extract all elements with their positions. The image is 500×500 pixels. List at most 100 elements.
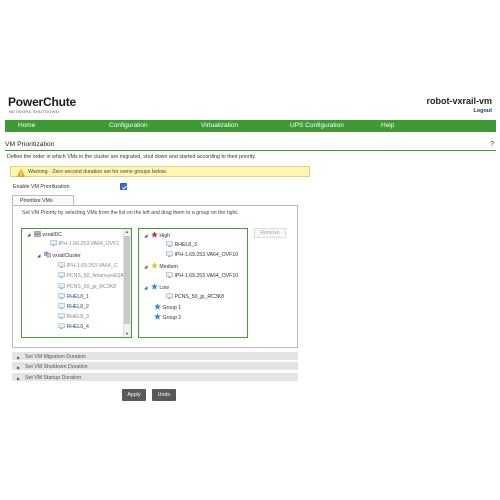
nav-ups-configuration[interactable]: UPS Configuration (290, 122, 344, 129)
collapse-arrow-icon: ▶ (17, 354, 21, 360)
group-label: Group 1 (162, 305, 182, 311)
tree-node-vm[interactable]: IPH-1.69.253.VA64_C (58, 262, 117, 269)
section-label: Set VM Shutdown Duration (25, 364, 88, 370)
datacenter-icon (34, 231, 41, 237)
vm-label: PCNS_50_Ikhansys&QA (66, 273, 124, 279)
vm-icon (166, 241, 173, 247)
vm-icon (58, 262, 65, 268)
hostname: robot-vxrail-vm (426, 96, 492, 106)
vm-icon (58, 313, 65, 319)
tree-node-vm[interactable]: PCNS_50_Ikhansys&QA (58, 272, 124, 279)
section-shutdown-duration[interactable]: ▶ Set VM Shutdown Duration (12, 362, 298, 371)
vm-label: IPH-1.69.253.VA64_OVF10 (174, 273, 239, 279)
tree-node-group-1[interactable]: Group 1 (154, 303, 181, 311)
tree-node-vm[interactable]: RHEL8_4 (58, 323, 89, 330)
expand-icon[interactable]: ◢ (27, 232, 30, 237)
scroll-thumb[interactable] (124, 236, 130, 324)
tree-node-vm[interactable]: RHEL8_1 (58, 293, 89, 300)
vm-label: RHEL8_3 (66, 314, 89, 320)
vm-icon (58, 283, 65, 289)
tree-node-cluster[interactable]: ◢ vxrailCluster (37, 251, 81, 259)
expand-icon[interactable]: ◢ (144, 264, 147, 269)
cluster-label: vxrailCluster (52, 253, 81, 259)
main-nav: Home Configuration Virtualization UPS Co… (5, 120, 496, 132)
tree-node-vm[interactable]: IPH-1.69.253.VA64_OVF10 (166, 251, 238, 258)
group-label: Medium (159, 264, 178, 270)
vm-icon (58, 303, 65, 309)
page-description: Define the order in which VMs in the clu… (7, 154, 256, 160)
vm-label: RHEL8_4 (66, 324, 89, 330)
vm-icon (50, 240, 57, 246)
tree-node-vm[interactable]: IPH-1.69.253.VA64_OVF1 (50, 240, 119, 247)
group-label: Low (159, 285, 169, 291)
datacenter-label: vxrailDC (42, 232, 62, 238)
apply-button[interactable]: Apply (122, 389, 146, 401)
vm-label: IPH-1.69.253.VA64_OVF10 (174, 252, 239, 258)
star-icon (151, 262, 158, 269)
scroll-up-icon[interactable]: ▲ (125, 229, 129, 234)
title-divider (5, 150, 496, 151)
vm-label: PCNS_50_jp_RC3K8 (66, 284, 117, 290)
scroll-down-icon[interactable]: ▼ (125, 331, 129, 336)
nav-help[interactable]: Help (381, 122, 394, 129)
collapse-arrow-icon: ▶ (17, 364, 21, 370)
vm-icon (166, 293, 173, 299)
star-icon (151, 283, 158, 290)
tree-node-vm[interactable]: PCNS_50_jp_RC3K8 (166, 293, 224, 300)
star-icon (154, 313, 161, 320)
vm-icon (166, 251, 173, 257)
nav-configuration[interactable]: Configuration (109, 122, 148, 129)
vm-label: IPH-1.69.253.VA64_C (66, 263, 118, 269)
brand-tagline: NETWORK SHUTDOWN (9, 109, 59, 114)
expand-icon[interactable]: ◢ (37, 253, 40, 258)
tree-node-vm[interactable]: RHEL8_2 (58, 303, 89, 310)
vm-label: PCNS_50_jp_RC3K8 (174, 294, 225, 300)
expand-icon[interactable]: ◢ (144, 285, 147, 290)
vm-label: RHEL8_2 (66, 304, 89, 310)
tree-node-group-medium[interactable]: ◢ Medium (144, 262, 178, 270)
logout-link[interactable]: Logout (473, 108, 492, 114)
help-button[interactable]: ? (490, 141, 494, 148)
tree-node-vm[interactable]: RHEL8_3 (58, 313, 89, 320)
nav-virtualization[interactable]: Virtualization (201, 122, 238, 129)
tab-label: Prioritize VMs (20, 198, 53, 204)
section-label: Set VM Migration Duration (25, 354, 86, 360)
enable-vm-prioritization-label: Enable VM Prioritization (13, 184, 70, 190)
section-migration-duration[interactable]: ▶ Set VM Migration Duration (12, 352, 298, 361)
remove-button[interactable]: Remove (254, 228, 286, 238)
page-title: VM Prioritization (5, 141, 55, 148)
tree-node-group-high[interactable]: ◢ High (144, 231, 170, 239)
vm-icon (58, 272, 65, 278)
tree-node-group-2[interactable]: Group 2 (154, 313, 181, 321)
collapse-arrow-icon: ▶ (17, 375, 21, 381)
tree-node-vm[interactable]: RHEL8_3 (166, 241, 197, 248)
nav-home[interactable]: Home (18, 122, 35, 129)
group-label: High (159, 233, 171, 239)
star-icon (154, 303, 161, 310)
undo-button[interactable]: Undo (152, 389, 176, 401)
warning-banner: Warning - Zero second duration set for s… (10, 166, 310, 177)
tab-prioritize-vms[interactable]: Prioritize VMs (12, 195, 74, 205)
cluster-icon (44, 251, 51, 258)
warning-text: Warning - Zero second duration set for s… (28, 169, 168, 175)
enable-vm-prioritization-checkbox[interactable] (120, 183, 127, 190)
vm-icon (166, 272, 173, 278)
vm-icon (58, 323, 65, 329)
warning-icon (17, 168, 25, 177)
vm-label: RHEL8_1 (66, 294, 89, 300)
tree-node-vm[interactable]: PCNS_50_jp_RC3K8 (58, 283, 116, 290)
vm-icon (58, 293, 65, 299)
instructions-text: Set VM Priority by selecting VMs from th… (22, 210, 239, 216)
section-label: Set VM Startup Duration (25, 375, 82, 381)
star-icon (151, 231, 158, 238)
checkmark-icon (122, 185, 127, 190)
vm-label: IPH-1.69.253.VA64_OVF1 (58, 241, 120, 247)
tree-node-group-low[interactable]: ◢ Low (144, 283, 169, 291)
expand-icon[interactable]: ◢ (144, 233, 147, 238)
vm-label: RHEL8_3 (174, 242, 197, 248)
tree-node-datacenter[interactable]: ◢ vxrailDC (27, 231, 62, 238)
group-label: Group 2 (162, 315, 182, 321)
tree-node-vm[interactable]: IPH-1.69.253.VA64_OVF10 (166, 272, 238, 279)
brand-logo: PowerChute (8, 95, 77, 109)
section-startup-duration[interactable]: ▶ Set VM Startup Duration (12, 373, 298, 382)
